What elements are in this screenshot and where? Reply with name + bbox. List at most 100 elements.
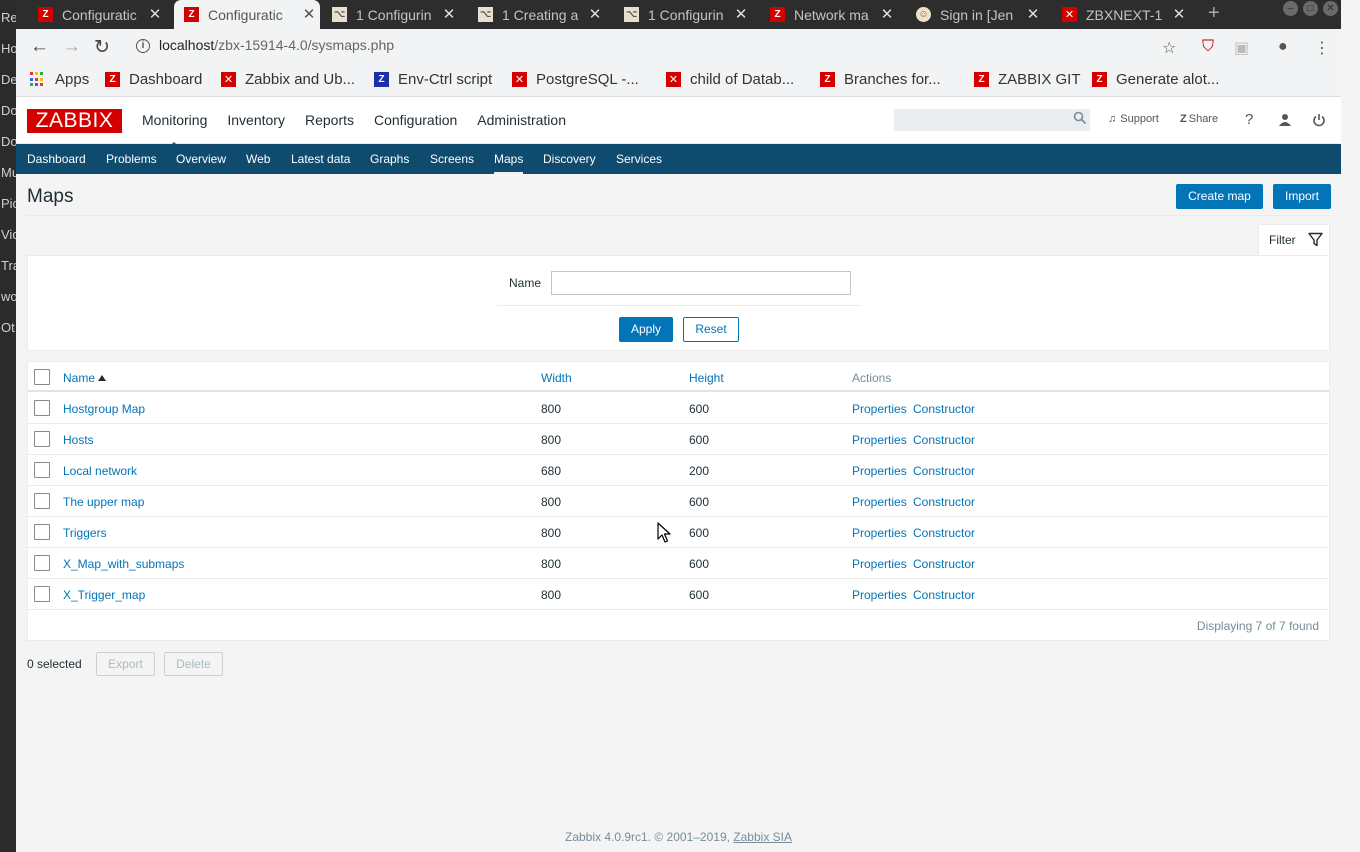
menu-monitoring[interactable]: Monitoring: [142, 112, 207, 148]
map-name-link[interactable]: The upper map: [63, 495, 144, 509]
bookmark-item[interactable]: ✕ Zabbix and Ub...: [221, 71, 355, 88]
constructor-link[interactable]: Constructor: [913, 433, 975, 447]
close-icon[interactable]: ✕: [584, 3, 606, 27]
menu-icon[interactable]: ⋮: [1314, 38, 1330, 58]
url-field[interactable]: localhost/zbx-15914-4.0/sysmaps.php: [159, 37, 394, 53]
close-icon[interactable]: ✕: [730, 3, 752, 27]
map-name-link[interactable]: Local network: [63, 464, 137, 478]
map-name-link[interactable]: Hosts: [63, 433, 94, 447]
create-map-button[interactable]: Create map: [1176, 184, 1263, 209]
browser-tab[interactable]: ⌥ 1 Configurin ✕: [322, 0, 460, 29]
bookmark-item[interactable]: Z Branches for...: [820, 71, 941, 88]
apply-button[interactable]: Apply: [619, 317, 673, 342]
support-link[interactable]: ♫ Support: [1108, 113, 1159, 125]
browser-tab[interactable]: ⌥ 1 Configurin ✕: [614, 0, 752, 29]
bookmark-item[interactable]: Z ZABBIX GIT: [974, 71, 1081, 88]
constructor-link[interactable]: Constructor: [913, 526, 975, 540]
properties-link[interactable]: Properties: [852, 402, 907, 416]
window-close-icon[interactable]: ✕: [1323, 1, 1338, 16]
user-profile-icon[interactable]: [1278, 113, 1292, 127]
close-icon[interactable]: ✕: [298, 3, 320, 27]
new-tab-icon[interactable]: +: [1208, 2, 1220, 25]
bookmark-item[interactable]: Z Generate alot...: [1092, 71, 1219, 88]
submenu-graphs[interactable]: Graphs: [370, 152, 409, 166]
export-button[interactable]: Export: [96, 652, 155, 676]
properties-link[interactable]: Properties: [852, 464, 907, 478]
bookmark-apps[interactable]: Apps: [30, 71, 89, 88]
close-icon[interactable]: ✕: [144, 3, 166, 27]
row-checkbox[interactable]: [34, 431, 50, 447]
profile-icon[interactable]: ●: [1278, 38, 1288, 56]
properties-link[interactable]: Properties: [852, 526, 907, 540]
menu-administration[interactable]: Administration: [477, 112, 566, 128]
row-checkbox[interactable]: [34, 524, 50, 540]
browser-tab[interactable]: ⌥ 1 Creating a ✕: [468, 0, 606, 29]
properties-link[interactable]: Properties: [852, 433, 907, 447]
minimize-icon[interactable]: –: [1283, 1, 1298, 16]
browser-tab[interactable]: Z Network ma ✕: [760, 0, 898, 29]
row-checkbox[interactable]: [34, 586, 50, 602]
name-filter-input[interactable]: [551, 271, 851, 295]
properties-link[interactable]: Properties: [852, 557, 907, 571]
zabbix-ext-icon[interactable]: ▣: [1234, 38, 1249, 58]
browser-tab-active[interactable]: Z Configuratic ✕: [174, 0, 320, 29]
submenu-problems[interactable]: Problems: [106, 152, 157, 166]
sign-out-icon[interactable]: [1312, 113, 1326, 127]
row-checkbox[interactable]: [34, 493, 50, 509]
close-icon[interactable]: ✕: [438, 3, 460, 27]
submenu-overview[interactable]: Overview: [176, 152, 226, 166]
map-name-link[interactable]: Triggers: [63, 526, 107, 540]
bookmark-item[interactable]: Z Env-Ctrl script: [374, 71, 492, 88]
info-icon[interactable]: i: [136, 39, 150, 53]
row-checkbox[interactable]: [34, 462, 50, 478]
submenu-web[interactable]: Web: [246, 152, 270, 166]
select-all-checkbox[interactable]: [34, 369, 50, 385]
global-search-input[interactable]: [894, 109, 1090, 131]
reload-icon[interactable]: ↻: [94, 36, 110, 59]
close-icon[interactable]: ✕: [1168, 3, 1190, 27]
column-height-sort[interactable]: Height: [689, 371, 724, 385]
row-checkbox[interactable]: [34, 555, 50, 571]
forward-icon[interactable]: →: [62, 36, 81, 58]
submenu-services[interactable]: Services: [616, 152, 662, 166]
submenu-screens[interactable]: Screens: [430, 152, 474, 166]
constructor-link[interactable]: Constructor: [913, 588, 975, 602]
share-link[interactable]: Z Share: [1180, 113, 1218, 125]
browser-tab[interactable]: Z Configuratic ✕: [28, 0, 166, 29]
filter-tab[interactable]: Filter: [1258, 224, 1330, 256]
help-icon[interactable]: ?: [1245, 111, 1253, 128]
submenu-dashboard[interactable]: Dashboard: [27, 152, 86, 166]
bookmark-item[interactable]: ✕ child of Datab...: [666, 71, 794, 88]
map-name-link[interactable]: X_Trigger_map: [63, 588, 145, 602]
import-button[interactable]: Import: [1273, 184, 1331, 209]
column-width-sort[interactable]: Width: [541, 371, 572, 385]
constructor-link[interactable]: Constructor: [913, 464, 975, 478]
properties-link[interactable]: Properties: [852, 588, 907, 602]
submenu-discovery[interactable]: Discovery: [543, 152, 596, 166]
column-name-sort[interactable]: Name: [63, 371, 107, 385]
maximize-icon[interactable]: □: [1303, 1, 1318, 16]
zabbix-logo[interactable]: ZABBIX: [27, 109, 122, 133]
zabbix-sia-link[interactable]: Zabbix SIA: [733, 830, 792, 844]
submenu-maps[interactable]: Maps: [494, 152, 524, 174]
search-icon[interactable]: [1073, 111, 1087, 125]
ublock-icon[interactable]: ⛉: [1202, 38, 1214, 56]
constructor-link[interactable]: Constructor: [913, 495, 975, 509]
menu-inventory[interactable]: Inventory: [227, 112, 285, 128]
properties-link[interactable]: Properties: [852, 495, 907, 509]
map-name-link[interactable]: Hostgroup Map: [63, 402, 145, 416]
constructor-link[interactable]: Constructor: [913, 402, 975, 416]
bookmark-item[interactable]: ✕ PostgreSQL -...: [512, 71, 639, 88]
star-icon[interactable]: ☆: [1162, 38, 1176, 58]
submenu-latest-data[interactable]: Latest data: [291, 152, 350, 166]
close-icon[interactable]: ✕: [876, 3, 898, 27]
menu-reports[interactable]: Reports: [305, 112, 354, 128]
reset-button[interactable]: Reset: [683, 317, 739, 342]
browser-tab[interactable]: ☺ Sign in [Jen ✕: [906, 0, 1044, 29]
map-name-link[interactable]: X_Map_with_submaps: [63, 557, 184, 571]
menu-configuration[interactable]: Configuration: [374, 112, 457, 128]
delete-button[interactable]: Delete: [164, 652, 223, 676]
close-icon[interactable]: ✕: [1022, 3, 1044, 27]
constructor-link[interactable]: Constructor: [913, 557, 975, 571]
back-icon[interactable]: ←: [30, 36, 49, 58]
